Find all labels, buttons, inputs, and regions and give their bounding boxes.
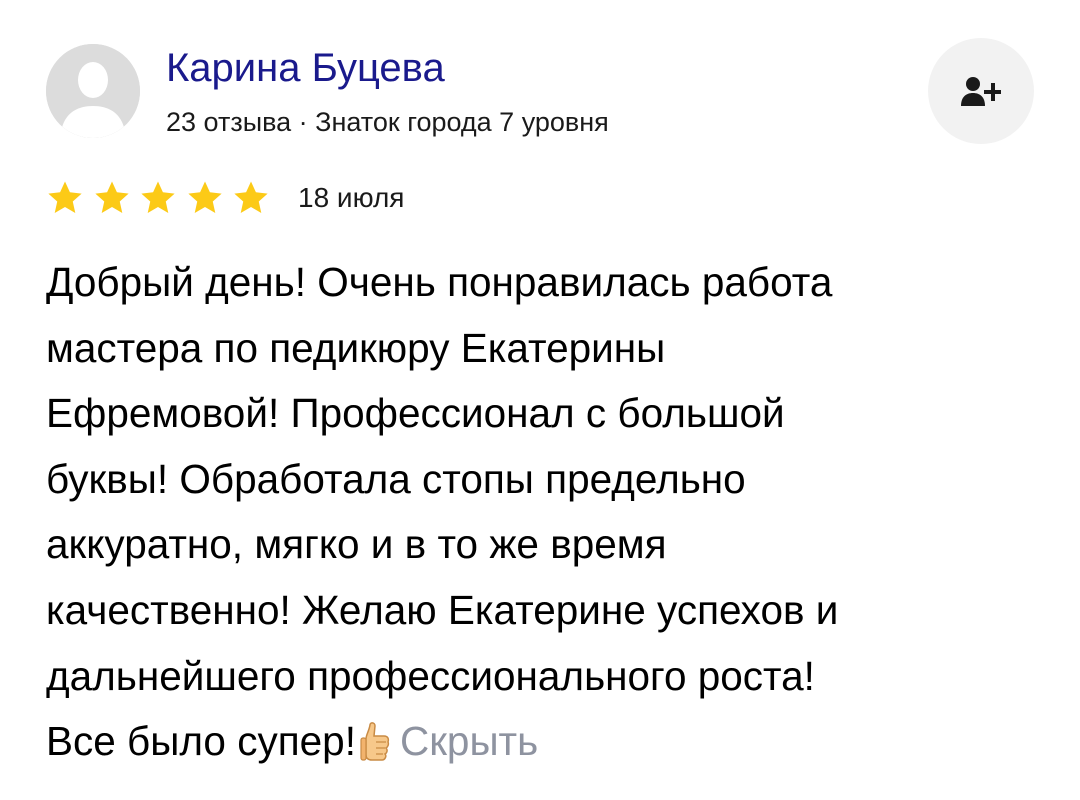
review-line: качественно! Желаю Екатерине успехов и [46, 586, 839, 633]
subscribe-button[interactable] [928, 38, 1034, 144]
add-user-icon [961, 77, 1001, 106]
star-icon [234, 181, 268, 214]
hide-link[interactable]: Скрыть [400, 718, 538, 764]
thumbs-up-icon [360, 717, 390, 783]
rating-stars [46, 178, 279, 218]
author-name[interactable]: Карина Буцева [166, 42, 445, 94]
star-icon [48, 181, 82, 214]
review-date: 18 июля [298, 182, 405, 213]
review-text: Добрый день! Очень понравилась работа ма… [46, 250, 1036, 783]
star-icon [187, 181, 222, 214]
author-meta: 23 отзыва · Знаток города 7 уровня [166, 107, 609, 137]
user-placeholder-icon [46, 44, 140, 138]
review-line: аккуратно, мягко и в то же время [46, 521, 667, 568]
review-card: Карина Буцева 23 отзыва · Знаток города … [0, 0, 1080, 800]
review-line: дальнейшего профессионального роста! [46, 652, 815, 699]
review-line: Все было супер! [46, 718, 356, 765]
review-line: Добрый день! Очень понравилась работа [46, 259, 833, 305]
star-icon [141, 181, 175, 214]
star-icon [94, 181, 129, 214]
review-line: мастера по педикюру Екатерины [46, 324, 666, 371]
author-avatar[interactable] [46, 44, 140, 138]
review-line: буквы! Обработала стопы предельно [46, 455, 746, 502]
review-last-line: Все было супер! Скрыть [46, 709, 1036, 783]
review-line: Ефремовой! Профессионал с большой [46, 390, 785, 437]
